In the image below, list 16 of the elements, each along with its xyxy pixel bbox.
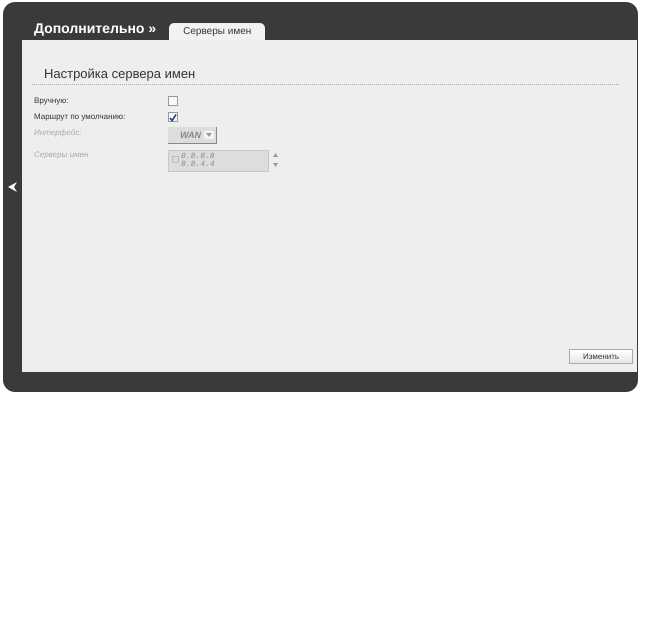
back-arrow-icon[interactable] [8, 182, 17, 192]
field-label: Вручную: [34, 95, 70, 106]
field-label: Маршрут по умолчанию: [34, 111, 126, 122]
field-label: Серверы имен [34, 149, 90, 160]
caret-icon [204, 131, 214, 139]
tab[interactable]: Серверы имен [169, 23, 266, 40]
scroll-down-icon[interactable] [273, 163, 278, 167]
section-title: Настройка сервера имен [44, 66, 196, 81]
server-address: 8.8.4.4 [181, 161, 215, 169]
scroll-up-icon[interactable] [273, 153, 278, 157]
field-label: Интерфейс: [34, 127, 83, 138]
checkbox[interactable] [168, 96, 178, 106]
checkbox[interactable] [168, 112, 178, 122]
change-button[interactable]: Изменить [569, 349, 633, 364]
server-address: 8.8.8.8 [181, 153, 215, 161]
page-title: Дополнительно » [34, 20, 156, 36]
